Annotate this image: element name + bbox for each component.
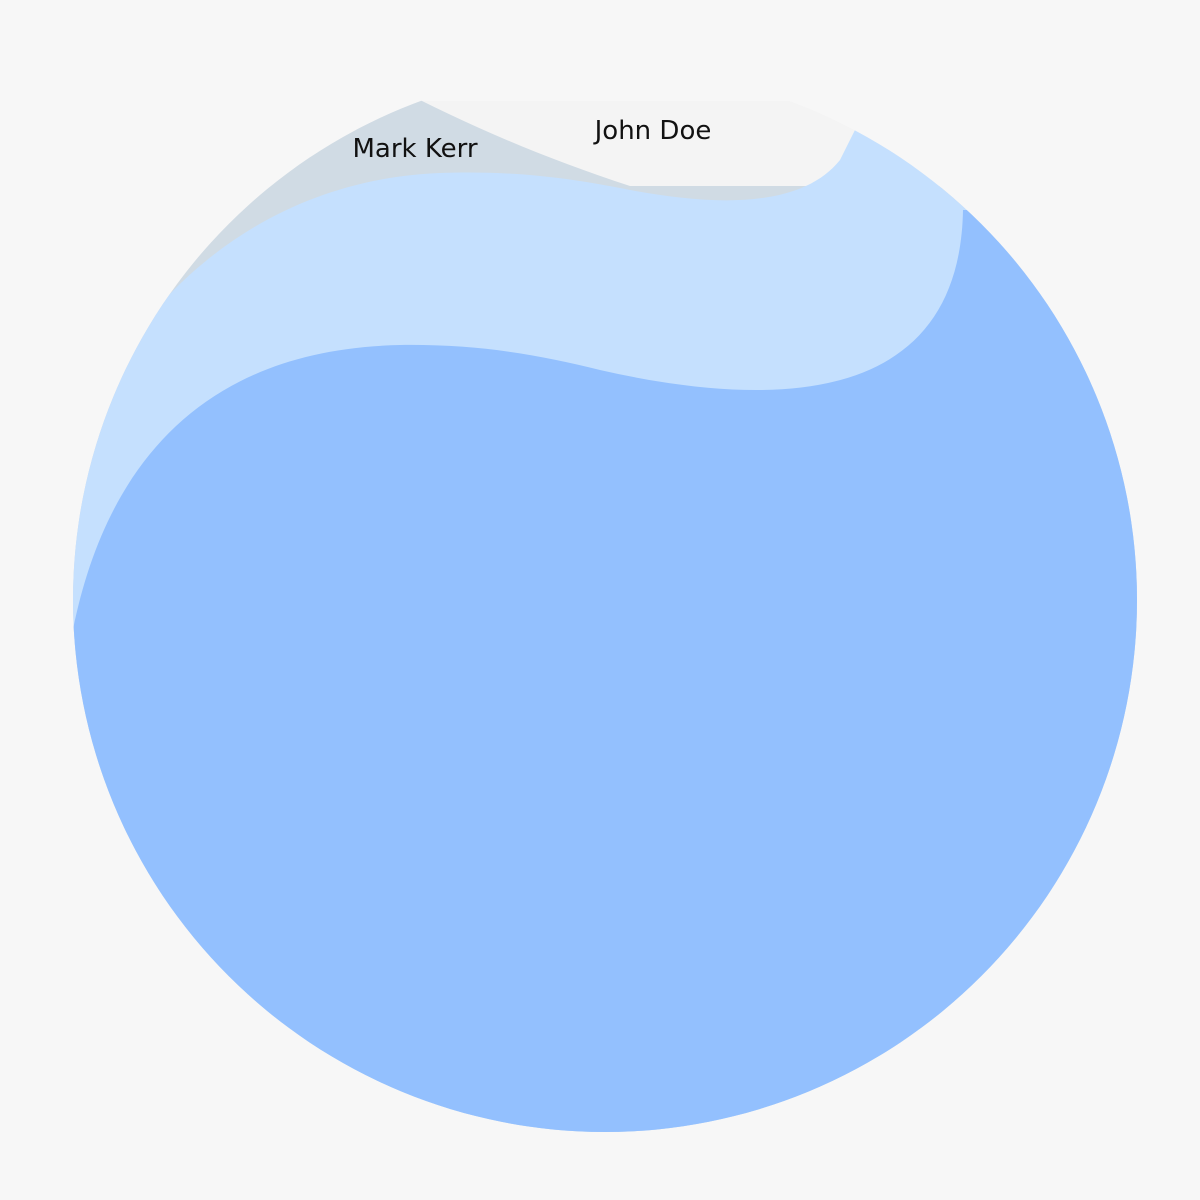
label-john-doe: John Doe [593, 116, 712, 146]
label-mark-kerr: Mark Kerr [352, 134, 477, 164]
wave-circle-chart: John Doe Mark Kerr [0, 0, 1200, 1200]
